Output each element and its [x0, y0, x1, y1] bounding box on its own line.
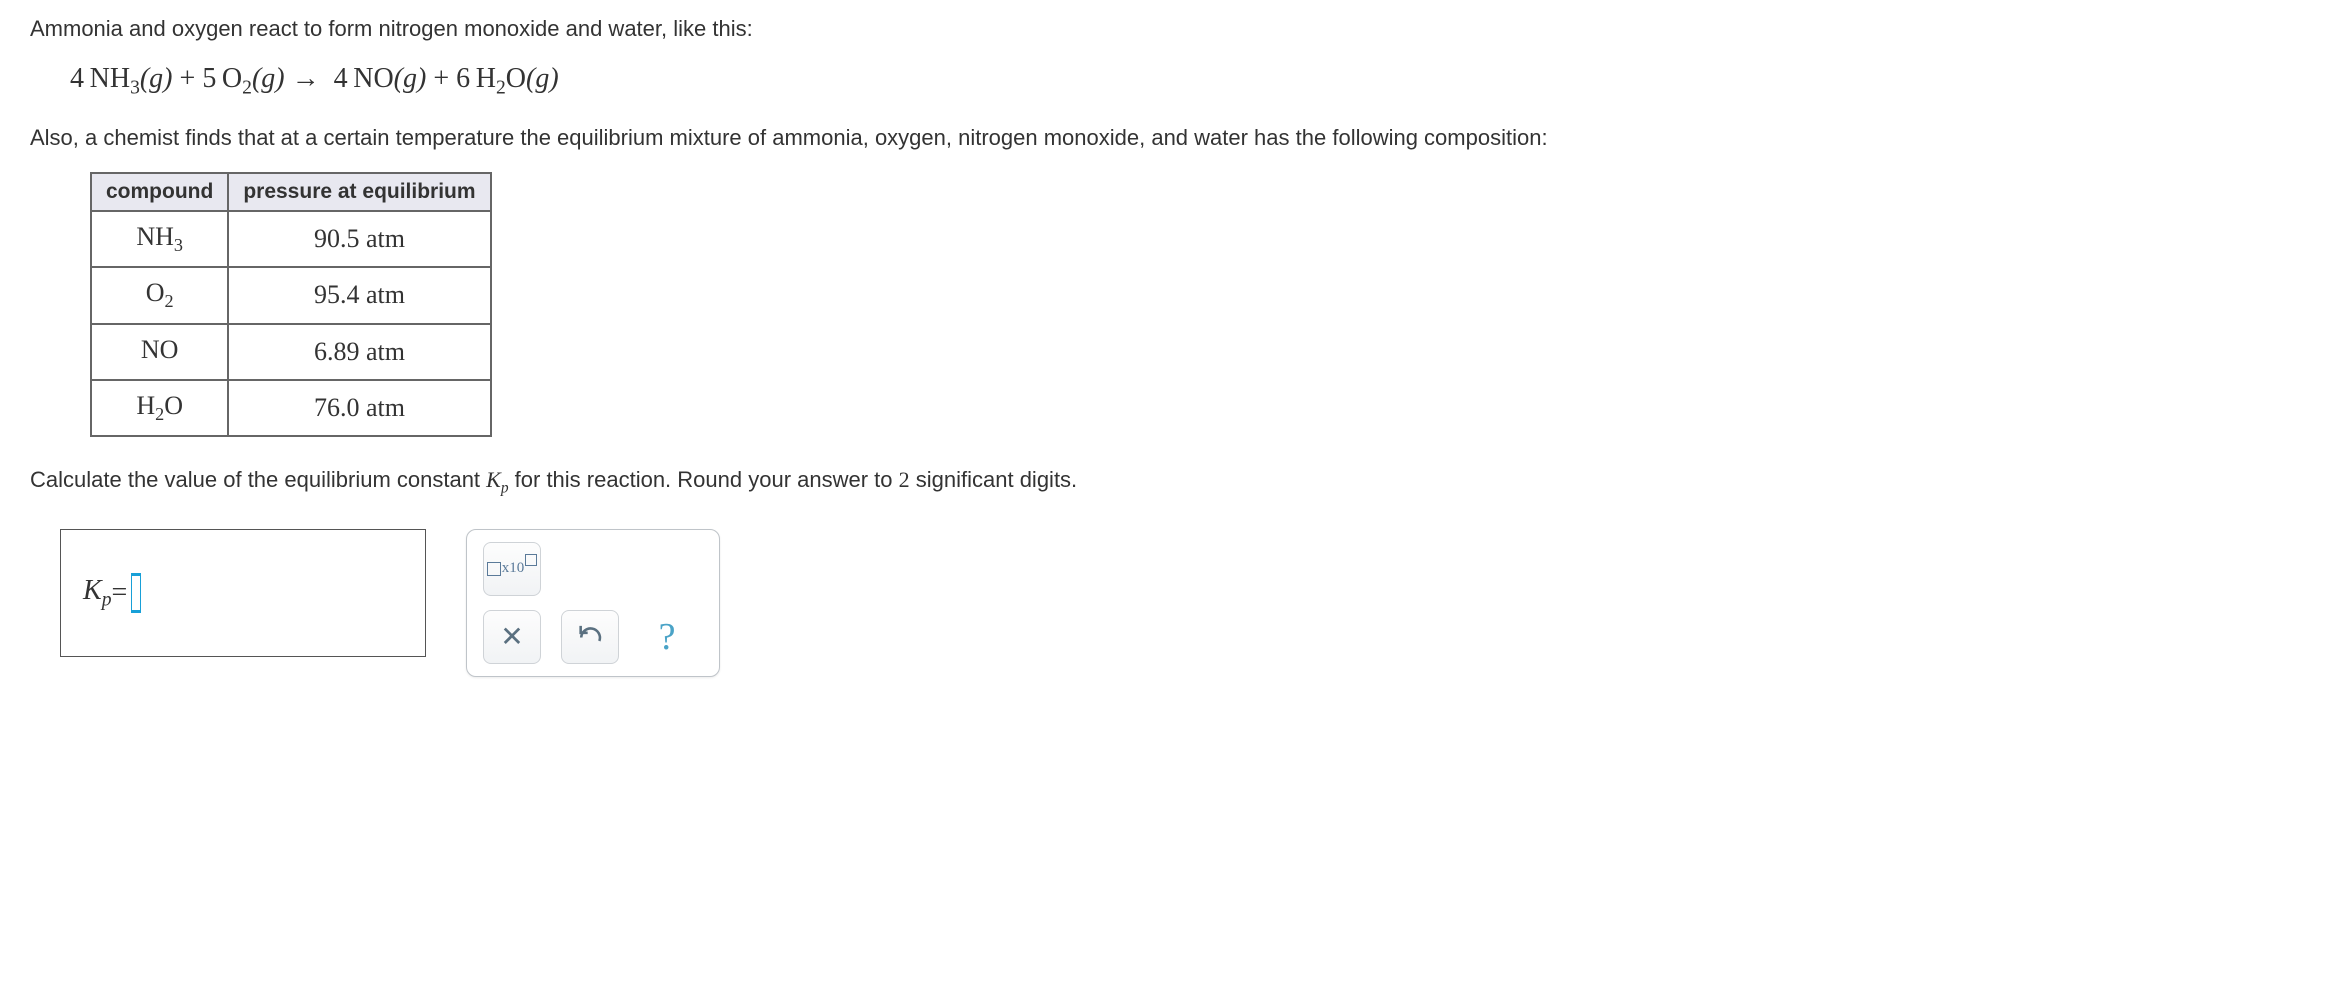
formula-sub: 2 — [155, 404, 164, 424]
answer-input-box[interactable]: Kp = — [60, 529, 426, 657]
coef: 4 — [70, 63, 84, 94]
exponent-placeholder-icon — [525, 554, 537, 566]
scientific-notation-button[interactable]: x10 — [483, 542, 541, 596]
tool-panel: x10 ✕ ? — [466, 529, 720, 677]
question-part: significant digits. — [910, 467, 1078, 492]
pressure-cell: 90.5 atm — [228, 211, 490, 267]
compound-cell: O2 — [91, 267, 228, 323]
arrow: → — [285, 63, 327, 94]
kp-symbol: Kp — [486, 467, 508, 492]
intro-text-2: Also, a chemist finds that at a certain … — [30, 123, 2300, 154]
formula-pre: H — [136, 391, 155, 420]
species: H — [476, 63, 496, 94]
pressure-cell: 6.89 atm — [228, 324, 490, 380]
kp-p: p — [501, 479, 509, 496]
plus: + — [426, 63, 456, 94]
coef: 4 — [334, 63, 348, 94]
intro-text-1: Ammonia and oxygen react to form nitroge… — [30, 14, 2300, 45]
undo-icon — [576, 620, 604, 654]
kp-k: K — [486, 467, 501, 492]
table-row: H2O 76.0 atm — [91, 380, 491, 436]
tool-row-top: x10 — [483, 542, 703, 596]
formula-sub: 2 — [165, 292, 174, 312]
phase: (g) — [394, 63, 427, 94]
input-cursor[interactable] — [131, 573, 141, 613]
table-row: O2 95.4 atm — [91, 267, 491, 323]
pressure-cell: 76.0 atm — [228, 380, 490, 436]
clear-button[interactable]: ✕ — [483, 610, 541, 664]
compound-cell: H2O — [91, 380, 228, 436]
answer-area: Kp = x10 ✕ ? — [60, 529, 2300, 677]
coef: 5 — [202, 63, 216, 94]
subscript: 2 — [242, 77, 252, 98]
species: O — [506, 63, 526, 94]
question-text: Calculate the value of the equilibrium c… — [30, 465, 2300, 499]
equilibrium-table: compound pressure at equilibrium NH3 90.… — [90, 172, 492, 437]
subscript: 3 — [130, 77, 140, 98]
x10-label: x10 — [502, 560, 525, 577]
phase: (g) — [526, 63, 559, 94]
question-part: for this reaction. Round your answer to — [509, 467, 899, 492]
pressure-cell: 95.4 atm — [228, 267, 490, 323]
formula-sub: 3 — [174, 235, 183, 255]
species: O — [222, 63, 242, 94]
compound-cell: NO — [91, 324, 228, 380]
close-icon: ✕ — [500, 620, 523, 653]
coef: 6 — [456, 63, 470, 94]
table-row: NH3 90.5 atm — [91, 211, 491, 267]
phase: (g) — [252, 63, 285, 94]
tool-row-bottom: ✕ ? — [483, 610, 703, 664]
question-icon: ? — [659, 615, 676, 659]
chemical-equation: 4 NH3(g) + 5 O2(g) → 4 NO(g) + 6 H2O(g) — [70, 63, 2300, 100]
plus: + — [173, 63, 203, 94]
formula-pre: NH — [136, 222, 174, 251]
question-digits: 2 — [899, 467, 910, 492]
table-header-compound: compound — [91, 173, 228, 211]
species: NH — [90, 63, 130, 94]
question-part: Calculate the value of the equilibrium c… — [30, 467, 486, 492]
equals: = — [111, 577, 127, 609]
help-button[interactable]: ? — [639, 611, 695, 663]
species: NO — [353, 63, 393, 94]
mantissa-placeholder-icon — [487, 562, 501, 576]
formula-post: O — [164, 391, 183, 420]
phase: (g) — [140, 63, 173, 94]
subscript: 2 — [496, 77, 506, 98]
table-row: NO 6.89 atm — [91, 324, 491, 380]
table-header-pressure: pressure at equilibrium — [228, 173, 490, 211]
formula-pre: O — [146, 278, 165, 307]
sci-not-icon: x10 — [487, 560, 538, 577]
reset-button[interactable] — [561, 610, 619, 664]
kp-p: p — [102, 589, 112, 610]
compound-cell: NH3 — [91, 211, 228, 267]
kp-k: K — [83, 575, 102, 606]
kp-label: Kp — [83, 575, 111, 612]
formula-pre: NO — [141, 335, 179, 364]
